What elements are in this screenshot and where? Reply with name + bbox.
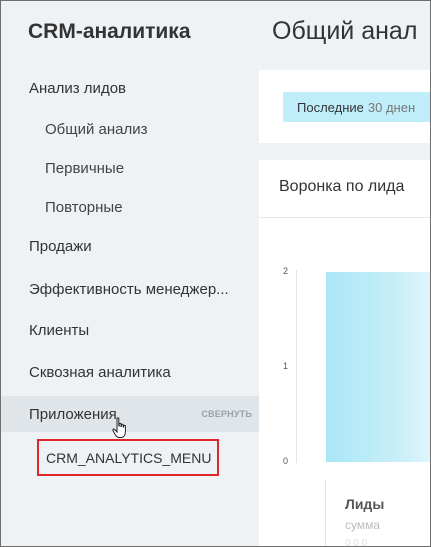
sidebar-item-label: Клиенты <box>29 321 90 339</box>
legend-title: Лиды <box>345 496 385 512</box>
y-tick-label: 1 <box>283 361 289 371</box>
page-title: Общий анал <box>272 17 418 45</box>
sidebar-item-manager-efficiency[interactable]: Эффективность менеджер... <box>0 271 259 307</box>
sidebar-item-label: Первичные <box>45 159 125 177</box>
sidebar-item-label: Продажи <box>29 237 92 255</box>
filter-panel: Последние 30 днен <box>259 70 431 143</box>
hand-cursor-icon <box>112 417 126 438</box>
y-tick-label: 2 <box>283 266 289 276</box>
legend-subtitle: сумма <box>345 518 381 532</box>
sidebar-item-clients[interactable]: Клиенты <box>0 312 259 348</box>
collapse-link[interactable]: СВЕРНУТЬ <box>201 409 252 419</box>
legend-divider <box>325 480 326 547</box>
sidebar-item-lead-analysis[interactable]: Анализ лидов <box>0 70 259 106</box>
sidebar-item-primary[interactable]: Первичные <box>0 150 259 186</box>
sidebar-item-label: Эффективность менеджер... <box>29 280 229 298</box>
y-tick-label: 0 <box>283 456 289 466</box>
sidebar-item-repeat[interactable]: Повторные <box>0 189 259 225</box>
sidebar: CRM-аналитика Анализ лидов Общий анализ … <box>0 0 259 547</box>
sidebar-item-label: Анализ лидов <box>29 79 127 97</box>
sidebar-item-label: Повторные <box>45 198 123 216</box>
period-filter-chip[interactable]: Последние 30 днен <box>283 92 431 122</box>
legend-values: 0 0 0 <box>345 538 368 547</box>
main-content: Общий анал Последние 30 днен Воронка по … <box>259 0 431 547</box>
sidebar-item-label: Сквозная аналитика <box>29 363 171 381</box>
app-title: CRM-аналитика <box>28 20 191 43</box>
sidebar-item-label: Приложения <box>29 405 117 423</box>
lead-funnel-chart-card: Воронка по лида 2 1 0 Лиды сумма 0 0 0 <box>259 160 431 547</box>
sidebar-item-end-to-end-analytics[interactable]: Сквозная аналитика <box>0 354 259 390</box>
submenu-item-crm-analytics-menu[interactable]: CRM_ANALYTICS_MENU <box>37 439 219 476</box>
period-filter-label: Последние <box>297 99 364 115</box>
chart-title: Воронка по лида <box>279 178 405 195</box>
chart-y-axis <box>296 270 297 463</box>
chart-bar[interactable] <box>326 272 431 462</box>
sidebar-item-general-analysis[interactable]: Общий анализ <box>0 111 259 147</box>
chart-divider <box>259 217 431 218</box>
sidebar-item-sales[interactable]: Продажи <box>0 228 259 264</box>
sidebar-item-label: Общий анализ <box>45 120 148 138</box>
period-filter-value: 30 днен <box>367 99 416 115</box>
